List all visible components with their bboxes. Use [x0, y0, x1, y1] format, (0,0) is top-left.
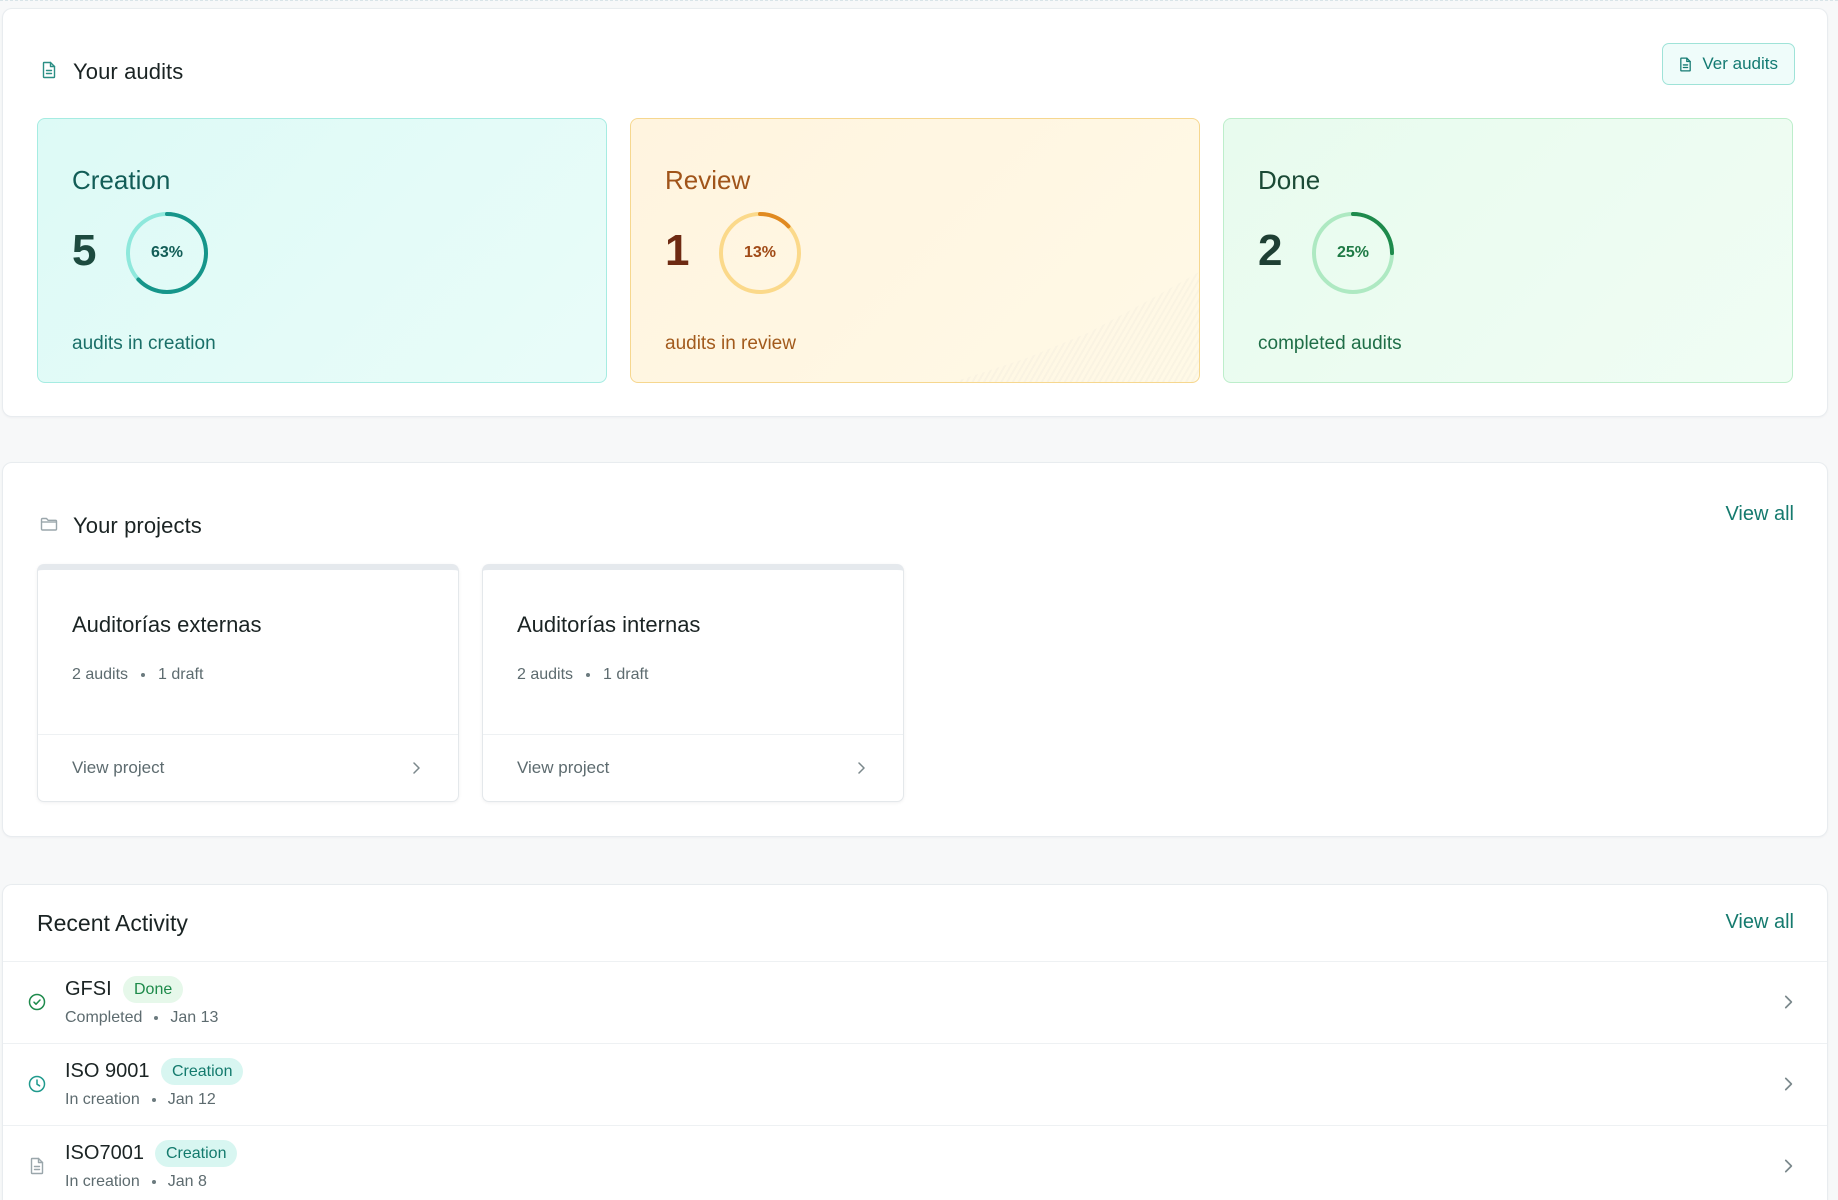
separator-dot: [586, 673, 591, 677]
activity-meta: In creation Jan 12: [65, 1091, 216, 1109]
activity-name: ISO7001: [65, 1142, 144, 1164]
projects-panel: Your projects View all Auditorías extern…: [2, 462, 1828, 837]
stat-count: 2: [1258, 226, 1283, 275]
view-project-label: View project: [517, 758, 610, 777]
separator-dot: [154, 1016, 159, 1020]
folder-icon: [39, 514, 59, 534]
chevron-right-icon: [1784, 1159, 1793, 1173]
activity-item[interactable]: GFSI Done Completed Jan 13: [3, 961, 1827, 1043]
chevron-right-icon: [413, 762, 420, 774]
activity-meta: In creation Jan 8: [65, 1173, 207, 1191]
stat-label: Done: [1258, 165, 1321, 195]
activity-item[interactable]: ISO7001 Creation In creation Jan 8: [3, 1125, 1827, 1200]
document-icon: [1680, 56, 1692, 72]
creation-stat-card[interactable]: Creation 5 63% audits in creation: [37, 118, 607, 383]
view-project-label: View project: [72, 758, 165, 777]
audits-panel: Your audits Ver audits Creation 5 63% au…: [2, 8, 1828, 417]
project-drafts-count: 1 draft: [158, 666, 204, 683]
projects-title: Your projects: [73, 513, 202, 538]
stat-subtitle: audits in review: [665, 333, 796, 354]
decorative-texture: [954, 272, 1199, 382]
activity-date: Jan 12: [167, 1091, 216, 1108]
progress-ring: 63%: [124, 210, 210, 296]
project-name: Auditorías internas: [517, 612, 701, 637]
separator-dot: [151, 1180, 156, 1184]
document-icon: [39, 60, 59, 80]
activity-date: Jan 8: [167, 1173, 207, 1190]
activity-title: Recent Activity: [37, 910, 188, 936]
ver-audits-button[interactable]: Ver audits: [1662, 43, 1795, 85]
project-name: Auditorías externas: [72, 612, 262, 637]
clock-icon: [27, 1074, 47, 1094]
activity-status: In creation: [65, 1173, 140, 1190]
stat-label: Creation: [72, 165, 171, 195]
status-badge: Creation: [161, 1058, 244, 1085]
audits-title: Your audits: [73, 59, 184, 84]
progress-percent: 13%: [743, 244, 777, 261]
activity-panel: Recent Activity View all GFSI Done Compl…: [2, 884, 1828, 1200]
stat-count: 1: [665, 226, 690, 275]
status-badge: Creation: [155, 1140, 238, 1167]
progress-percent: 25%: [1336, 244, 1370, 261]
done-stat-card[interactable]: Done 2 25% completed audits: [1223, 118, 1793, 383]
stat-count: 5: [72, 226, 97, 275]
separator-dot: [151, 1098, 156, 1102]
review-stat-card[interactable]: Review 1 13% audits in review: [630, 118, 1200, 383]
project-meta: 2 audits 1 draft: [72, 666, 203, 684]
projects-view-all-link[interactable]: View all: [1725, 503, 1794, 526]
progress-ring: 25%: [1310, 210, 1396, 296]
stat-label: Review: [665, 165, 751, 195]
progress-percent: 63%: [150, 244, 184, 261]
project-audits-count: 2 audits: [517, 666, 574, 683]
separator-dot: [141, 673, 146, 677]
activity-status: In creation: [65, 1091, 140, 1108]
activity-view-all-link[interactable]: View all: [1725, 911, 1794, 934]
activity-meta: Completed Jan 13: [65, 1009, 218, 1027]
stat-subtitle: audits in creation: [72, 333, 216, 354]
view-project-link[interactable]: View project: [38, 734, 458, 801]
project-drafts-count: 1 draft: [603, 666, 649, 683]
check-circle-icon: [27, 992, 47, 1012]
chevron-right-icon: [1784, 1077, 1793, 1091]
chevron-right-icon: [858, 762, 865, 774]
ver-audits-label: Ver audits: [1702, 54, 1778, 73]
stat-subtitle: completed audits: [1258, 333, 1402, 354]
activity-status: Completed: [65, 1009, 143, 1026]
activity-date: Jan 13: [170, 1009, 219, 1026]
project-audits-count: 2 audits: [72, 666, 129, 683]
view-project-link[interactable]: View project: [483, 734, 903, 801]
document-icon: [27, 1156, 47, 1176]
progress-ring: 13%: [717, 210, 803, 296]
chevron-right-icon: [1784, 995, 1793, 1009]
activity-name: GFSI: [65, 978, 112, 1000]
activity-item[interactable]: ISO 9001 Creation In creation Jan 12: [3, 1043, 1827, 1125]
project-card[interactable]: Auditorías internas 2 audits 1 draft Vie…: [482, 564, 904, 802]
activity-list: GFSI Done Completed Jan 13 ISO 9001 Crea…: [3, 961, 1827, 1200]
activity-name: ISO 9001: [65, 1060, 150, 1082]
status-badge: Done: [123, 976, 184, 1003]
project-meta: 2 audits 1 draft: [517, 666, 648, 684]
project-card[interactable]: Auditorías externas 2 audits 1 draft Vie…: [37, 564, 459, 802]
